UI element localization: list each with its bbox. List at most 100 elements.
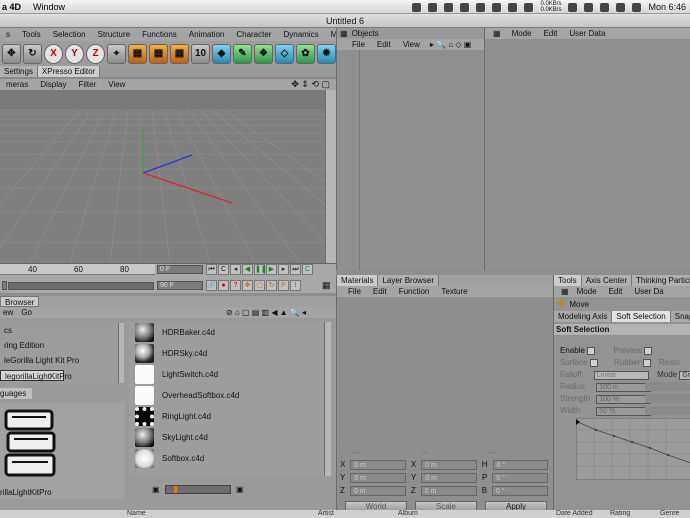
pos-z-field[interactable]: 0 m [349, 485, 406, 496]
browser-toolbar-icons[interactable]: ⊘ ⌂ ▢ ▤ ▥ ◀ ▲ 🔍 ◂ [226, 307, 306, 318]
volume-icon[interactable] [616, 2, 626, 12]
attributes-menu-mode[interactable]: Mode [506, 28, 538, 39]
array-icon[interactable]: ◇ [275, 43, 294, 64]
size-y-field[interactable]: 0 m [421, 472, 477, 483]
menu-dynamics[interactable]: Dynamics [277, 30, 324, 39]
menu-animation[interactable]: Animation [183, 30, 231, 39]
file-item[interactable]: HDRBaker.c4d [129, 322, 323, 343]
app-menu[interactable]: a 4D [0, 2, 27, 12]
nurbs-icon[interactable]: ❖ [254, 43, 273, 64]
objects-toolbar-icons[interactable]: ▸ 🔍 ⌂ ◇ ▣ [426, 39, 471, 50]
edit-mode-icon[interactable]: 10 [191, 43, 210, 64]
render-picture-icon[interactable]: ▦ [149, 43, 168, 64]
thumbnail-size-slider[interactable] [165, 485, 231, 494]
tools-menu-user-data[interactable]: User Da [628, 286, 669, 297]
tray-icon[interactable] [428, 2, 438, 12]
tab-tools[interactable]: Tools [554, 275, 582, 286]
play-forward-icon[interactable]: ▶ [266, 264, 277, 275]
rubber-checkbox[interactable] [642, 358, 651, 367]
timeline-range-slider[interactable] [8, 282, 154, 290]
scale-key-icon[interactable]: ▢ [254, 280, 265, 291]
tab-layer-browser[interactable]: Layer Browser [378, 275, 440, 286]
goto-start-icon[interactable]: ⏮ [206, 264, 217, 275]
battery-icon[interactable] [632, 2, 642, 12]
menu-tools[interactable]: Tools [16, 30, 47, 39]
tab-axis-center[interactable]: Axis Center [581, 275, 633, 286]
end-frame-field[interactable]: 90 F [157, 281, 203, 290]
falloff-dropdown[interactable]: Linear [593, 371, 649, 380]
pos-x-field[interactable]: 0 m [350, 459, 406, 470]
bluetooth-icon[interactable] [568, 2, 578, 12]
viewport-nav-icons[interactable]: ✥ ⇕ ⟲ ▢ [285, 79, 336, 90]
viewport[interactable] [0, 90, 336, 263]
pla-key-icon[interactable]: ⁝ [290, 280, 301, 291]
preview-checkbox[interactable] [644, 346, 653, 355]
x-axis-button[interactable]: X [44, 43, 63, 64]
key-link-icon[interactable]: 🔗 [206, 280, 217, 291]
next-key-icon[interactable]: ▸ [278, 264, 289, 275]
current-frame-field[interactable]: 0 F [157, 265, 203, 274]
surface-checkbox[interactable] [589, 358, 598, 367]
menu-functions[interactable]: Functions [136, 30, 183, 39]
mode-dropdown[interactable]: Gr [679, 371, 690, 380]
width-field[interactable]: 50 % [596, 407, 652, 416]
browser-menu-go[interactable]: Go [21, 307, 32, 318]
objects-menu-file[interactable]: File [340, 39, 371, 50]
file-list-scrollbar[interactable] [324, 322, 331, 476]
attributes-menu-user-data[interactable]: User Data [563, 28, 611, 39]
large-view-icon[interactable]: ▣ [236, 485, 244, 494]
materials-menu-edit[interactable]: Edit [367, 286, 393, 297]
goto-end-icon[interactable]: ⏭ [290, 264, 301, 275]
menu-character[interactable]: Character [230, 30, 277, 39]
menu-selection[interactable]: Selection [47, 30, 92, 39]
cube-icon[interactable]: ◆ [212, 43, 231, 64]
objects-menu-edit[interactable]: Edit [371, 39, 397, 50]
loop-icon[interactable]: C [218, 264, 229, 275]
scene-icon[interactable]: ✹ [317, 43, 336, 64]
size-z-field[interactable]: 0 m [420, 485, 477, 496]
timeline-ruler[interactable]: 40 60 80 [0, 264, 155, 275]
file-item[interactable]: Softbox.c4d [129, 448, 323, 469]
objects-menu-view[interactable]: View [397, 39, 426, 50]
tree-item[interactable]: cs [0, 325, 118, 336]
e-icon[interactable] [476, 2, 486, 12]
radius-field[interactable]: 100 m [596, 383, 652, 392]
materials-menu-function[interactable]: Function [393, 286, 436, 297]
subtab-snap-settings[interactable]: Snap Se [670, 311, 690, 322]
attributes-menu-edit[interactable]: Edit [538, 28, 564, 39]
render-view-icon[interactable]: ▦ [128, 43, 147, 64]
play-icon[interactable]: ❚❚ [254, 264, 267, 275]
viewport-scrollbar[interactable] [325, 90, 336, 263]
tab-thinking-particles[interactable]: Thinking Particles [632, 275, 690, 286]
browser-menu-view[interactable]: ew [3, 307, 21, 318]
bag-icon[interactable] [460, 2, 470, 12]
pos-key-icon[interactable]: ✥ [242, 280, 253, 291]
falloff-curve-graph[interactable] [576, 418, 690, 480]
rot-h-field[interactable]: 0 ° [492, 459, 549, 470]
viewport-menu-filter[interactable]: Filter [72, 80, 102, 89]
dropbox-icon[interactable] [412, 2, 422, 12]
timeline-menu-icon[interactable]: ▦ [322, 280, 331, 291]
materials-menu-file[interactable]: File [340, 286, 367, 297]
move-icon[interactable]: ✥ [2, 43, 21, 64]
tree-item[interactable]: leGorilla Light Kit Pro [0, 355, 118, 366]
record-icon[interactable]: C [302, 264, 313, 275]
window-menu[interactable]: Window [27, 2, 71, 12]
spline-icon[interactable]: ✎ [233, 43, 252, 64]
tab-materials[interactable]: Materials [337, 275, 379, 286]
viewport-menu-cameras[interactable]: meras [0, 80, 34, 89]
z-axis-button[interactable]: Z [86, 43, 105, 64]
tools-menu-edit[interactable]: Edit [603, 286, 629, 297]
tab-browser[interactable]: Browser [0, 296, 40, 307]
viewport-menu-display[interactable]: Display [34, 80, 72, 89]
deformer-icon[interactable]: ✿ [296, 43, 315, 64]
enable-checkbox[interactable] [587, 346, 596, 355]
file-item[interactable]: SkyLight.c4d [129, 427, 323, 448]
rot-p-field[interactable]: 0 ° [492, 472, 548, 483]
monitor-icon[interactable] [508, 2, 518, 12]
time-machine-icon[interactable] [524, 2, 534, 12]
y-axis-button[interactable]: Y [65, 43, 84, 64]
subtab-modeling-axis[interactable]: Modeling Axis [554, 311, 613, 322]
menu-structure[interactable]: Structure [92, 30, 136, 39]
tree-scrollbar[interactable] [118, 323, 124, 383]
